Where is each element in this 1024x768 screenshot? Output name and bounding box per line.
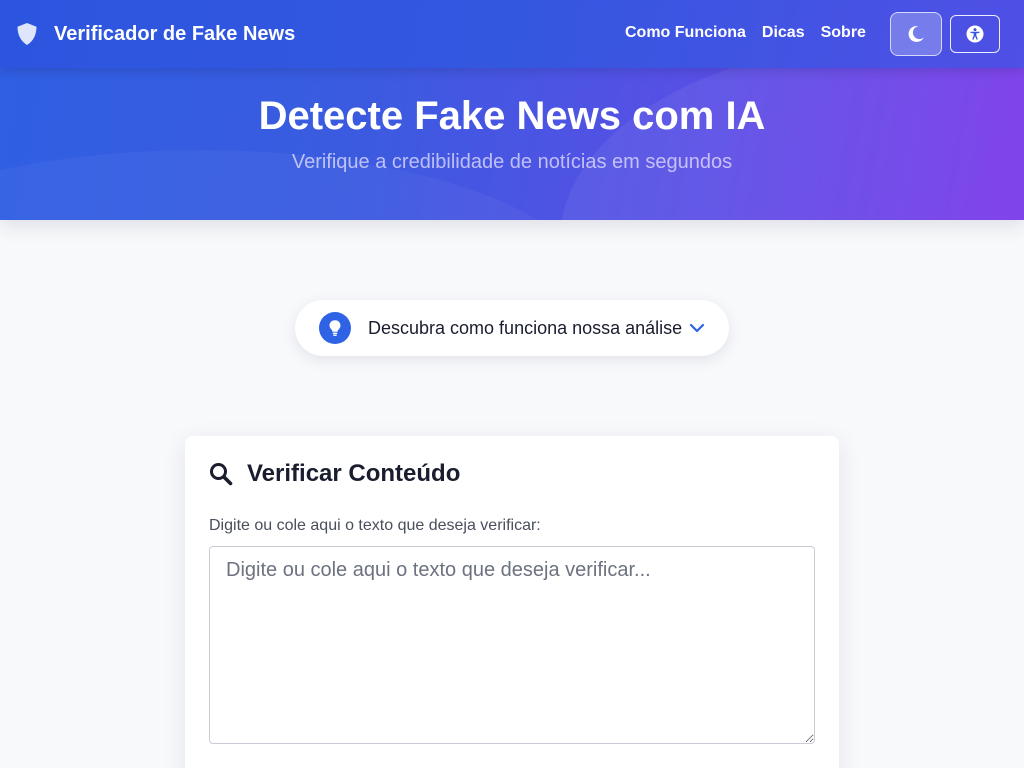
hero-banner: Verificador de Fake News Como Funciona D… <box>0 0 1024 220</box>
content-textarea[interactable] <box>209 546 815 744</box>
moon-icon <box>908 25 924 42</box>
nav-link-como-funciona[interactable]: Como Funciona <box>625 24 746 42</box>
shield-icon <box>17 23 37 45</box>
how-it-works-toggle[interactable]: Descubra como funciona nossa análise <box>295 300 729 356</box>
theme-toggle-button[interactable] <box>890 12 942 56</box>
nav-link-dicas[interactable]: Dicas <box>762 24 805 42</box>
search-icon <box>210 463 233 486</box>
card-header: Verificar Conteúdo <box>209 460 460 488</box>
verify-card: Verificar Conteúdo Digite ou cole aqui o… <box>185 436 839 768</box>
textarea-label: Digite ou cole aqui o texto que deseja v… <box>209 517 541 534</box>
card-title: Verificar Conteúdo <box>247 460 461 487</box>
navbar: Verificador de Fake News Como Funciona D… <box>0 0 1024 68</box>
accessibility-icon <box>966 25 984 43</box>
how-it-works-label: Descubra como funciona nossa análise <box>368 318 683 338</box>
chevron-down-icon <box>689 323 705 333</box>
brand[interactable]: Verificador de Fake News <box>16 20 295 48</box>
accessibility-button[interactable] <box>950 15 1000 53</box>
nav-link-sobre[interactable]: Sobre <box>821 24 866 42</box>
brand-title: Verificador de Fake News <box>54 22 296 45</box>
hero-subtitle: Verifique a credibilidade de notícias em… <box>291 151 733 173</box>
hero-title: Detecte Fake News com IA <box>258 94 766 138</box>
nav-links: Como Funciona Dicas Sobre <box>625 24 866 42</box>
lightbulb-icon <box>319 312 351 344</box>
